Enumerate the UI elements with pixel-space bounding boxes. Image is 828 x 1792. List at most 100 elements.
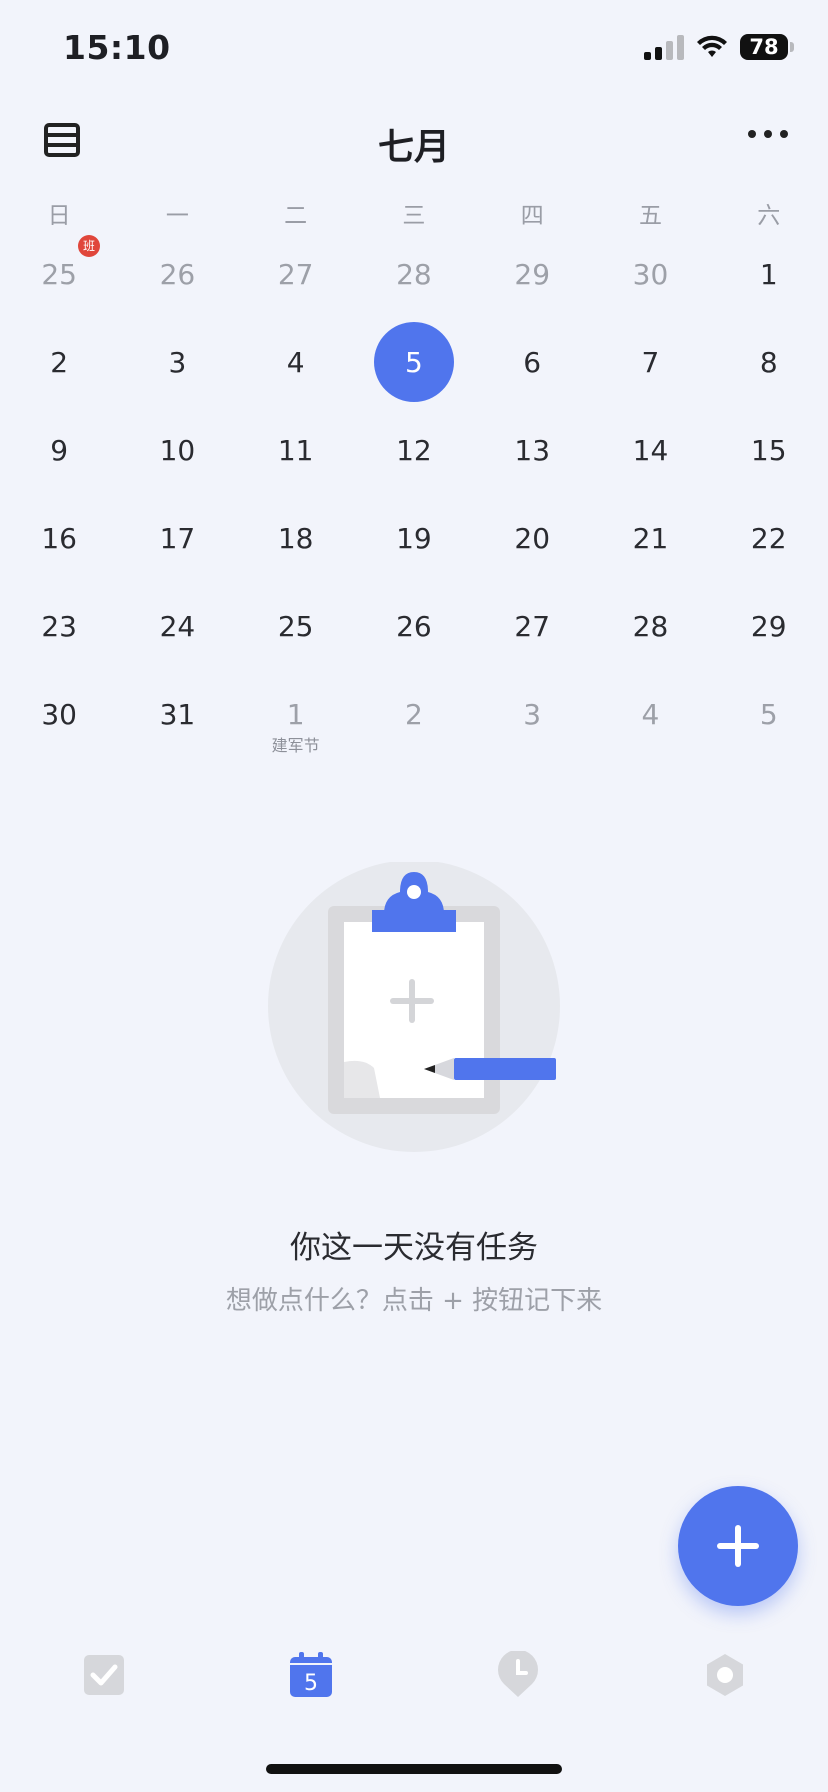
calendar-day[interactable]: 20 [473,494,591,582]
day-number: 2 [405,697,423,731]
calendar-day[interactable]: 26 [355,582,473,670]
day-number: 11 [277,433,314,467]
calendar-day[interactable]: 15 [710,406,828,494]
tab-tasks[interactable] [0,1640,207,1710]
day-number: 1 [759,257,778,291]
weekday-label: 日 [47,203,71,229]
day-number: 1 [286,697,305,731]
calendar-day[interactable]: 30 [0,670,118,758]
calendar-icon: 5 [289,1652,332,1697]
signal-icon [644,34,684,60]
calendar-day[interactable]: 22 [710,494,828,582]
calendar-day[interactable]: 26 [118,230,236,318]
tab-calendar[interactable]: 5 [207,1640,414,1710]
day-number: 30 [632,257,669,291]
status-icons: 78 [644,34,794,60]
calendar-day[interactable]: 3 [473,670,591,758]
day-number: 26 [396,609,432,643]
calendar-day[interactable]: 13 [473,406,591,494]
calendar-day[interactable]: 8 [710,318,828,406]
calendar-day[interactable]: 9 [0,406,118,494]
day-number: 27 [277,257,314,291]
calendar-day[interactable]: 2 [355,670,473,758]
battery-icon: 78 [740,34,788,60]
calendar-day[interactable]: 3 [118,318,236,406]
calendar-day[interactable]: 5 [710,670,828,758]
calendar-day[interactable]: 14 [591,406,709,494]
month-title[interactable]: 七月 [0,118,828,170]
day-number: 2 [50,345,69,379]
calendar-day[interactable]: 27 [237,230,355,318]
weekday-label: 三 [402,203,426,229]
calendar-day[interactable]: 31 [118,670,236,758]
day-number: 7 [641,345,660,379]
calendar-day[interactable]: 17 [118,494,236,582]
calendar-day[interactable]: 6 [473,318,591,406]
calendar-day[interactable]: 2 [0,318,118,406]
day-number: 31 [159,697,196,731]
day-number: 13 [514,433,551,467]
add-task-button[interactable] [678,1486,798,1606]
calendar-week-row: 25 班 26 27 28 29 30 1 [0,230,828,318]
tab-settings[interactable] [621,1640,828,1710]
day-number: 29 [750,609,787,643]
day-number: 5 [759,697,778,731]
header: 七月 [0,100,828,190]
calendar-week-row: 30 31 1 建军节 2 3 4 5 [0,670,828,758]
calendar-day[interactable]: 24 [118,582,236,670]
day-number: 26 [159,257,196,291]
day-number: 6 [523,345,542,379]
calendar-day[interactable]: 25 班 [0,230,118,318]
calendar-day[interactable]: 1 [710,230,828,318]
calendar-day[interactable]: 29 [710,582,828,670]
calendar-day[interactable]: 4 [591,670,709,758]
calendar-day[interactable]: 7 [591,318,709,406]
calendar-day[interactable]: 1 建军节 [237,670,355,758]
day-number: 10 [159,433,196,467]
weekday-row: 日 一 二 三 四 五 六 [0,196,828,230]
calendar-day[interactable]: 12 [355,406,473,494]
holiday-label: 建军节 [271,736,320,755]
day-number: 28 [396,257,432,291]
calendar-day[interactable]: 28 [355,230,473,318]
calendar-day[interactable]: 11 [237,406,355,494]
day-number: 27 [514,609,551,643]
weekday-label: 一 [165,203,189,229]
calendar-day[interactable]: 4 [237,318,355,406]
calendar-day[interactable]: 28 [591,582,709,670]
tab-focus-timer[interactable] [414,1640,621,1710]
battery-level: 78 [749,35,779,59]
calendar-icon-day: 5 [304,1671,318,1696]
calendar-day[interactable]: 10 [118,406,236,494]
weekday-label: 二 [284,203,308,229]
day-number: 25 [277,609,314,643]
more-icon[interactable] [748,130,788,138]
calendar-day[interactable]: 30 [591,230,709,318]
empty-state-title: 你这一天没有任务 [290,1230,538,1266]
calendar-day[interactable]: 18 [237,494,355,582]
weekday-label: 五 [638,203,662,229]
day-number: 17 [159,521,196,555]
calendar-day[interactable]: 27 [473,582,591,670]
day-number: 23 [41,609,77,643]
focus-timer-icon [497,1651,538,1697]
calendar-day[interactable]: 19 [355,494,473,582]
status-time: 15:10 [63,28,171,67]
calendar-day[interactable]: 29 [473,230,591,318]
calendar-day[interactable]: 23 [0,582,118,670]
calendar-day[interactable]: 16 [0,494,118,582]
day-number: 16 [41,521,77,555]
calendar-grid: 25 班 26 27 28 29 30 1 2 3 4 5 6 7 8 9 10 11 12 13 14 15 16 17 18… [0,230,828,758]
empty-state-hint: 想做点什么？点击 + 按钮记下来 [225,1286,603,1316]
workday-badge: 班 [78,235,100,257]
day-number: 14 [632,433,669,467]
day-number: 24 [159,609,196,643]
day-number: 20 [514,521,551,555]
calendar-day[interactable]: 25 [237,582,355,670]
day-number: 12 [396,433,432,467]
day-number: 3 [523,697,542,731]
calendar-day-selected[interactable]: 5 [355,318,473,406]
bottom-tab-bar: 5 [0,1640,828,1710]
home-indicator [266,1764,562,1774]
calendar-day[interactable]: 21 [591,494,709,582]
